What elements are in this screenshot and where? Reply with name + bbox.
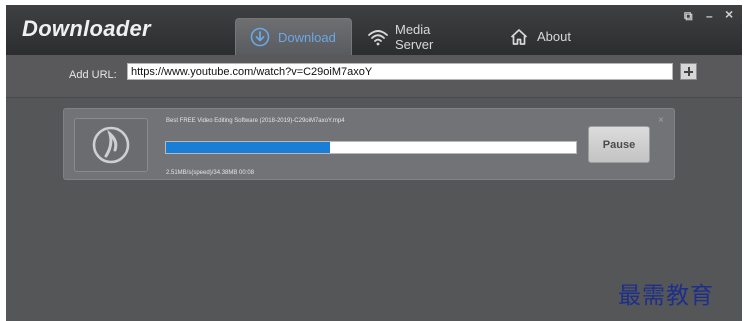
tab-download[interactable]: Download [235,18,352,55]
add-url-label: Add URL: [69,69,117,81]
tab-about[interactable]: About [495,18,585,55]
download-item: Best FREE Video Editing Software (2018-2… [63,108,675,180]
restore-window-icon[interactable]: ⧉ [684,9,693,24]
app-logo-icon [92,126,130,164]
tab-media-server-label: Media Server [395,21,434,52]
download-speed-info: 2.51MB/s(speed)/34.38MB 00:08 [166,170,255,176]
tab-download-label: Download [278,29,336,45]
pause-button[interactable]: Pause [588,126,650,163]
progress-fill [166,142,330,153]
home-icon [509,27,529,47]
file-name: Best FREE Video Editing Software (2018-2… [166,118,345,124]
url-bar: Add URL: [6,55,742,98]
remove-download-icon[interactable]: × [658,115,664,126]
minimize-button[interactable]: – [706,9,713,23]
wifi-icon [367,27,388,47]
close-window-button[interactable]: × [725,6,733,22]
downloader-window: Downloader Download Media Server About ⧉… [6,5,742,321]
tab-media-server[interactable]: Media Server [353,18,483,55]
video-thumbnail [74,118,148,172]
title-bar: Downloader Download Media Server About ⧉… [6,5,742,55]
tab-about-label: About [537,29,571,44]
progress-bar [165,141,577,154]
watermark: 最需教育 [618,283,714,309]
add-url-button[interactable] [680,63,697,80]
url-input[interactable] [127,63,673,80]
app-logo: Downloader [22,16,151,41]
download-icon [250,27,270,47]
